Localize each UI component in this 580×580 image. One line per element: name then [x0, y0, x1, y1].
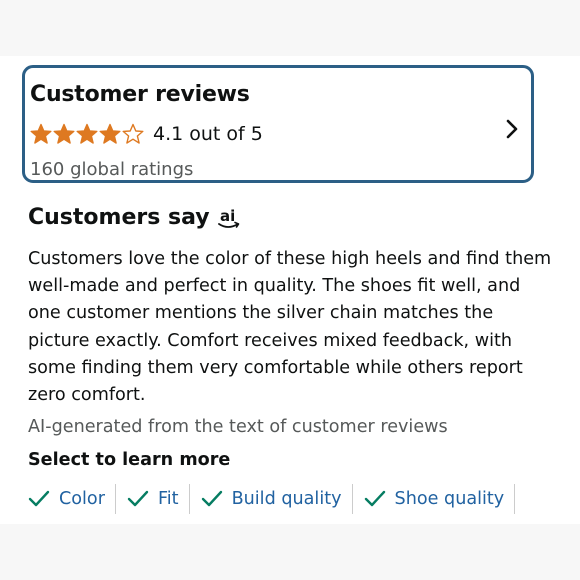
star-filled-icon — [99, 123, 121, 144]
star-filled-icon — [53, 123, 75, 144]
ai-icon: ai — [217, 207, 239, 228]
aspect-chip-label: Shoe quality — [394, 489, 505, 509]
checkmark-icon — [127, 490, 149, 507]
checkmark-icon — [364, 490, 385, 507]
global-ratings-count: 160 global ratings — [30, 159, 194, 180]
star-filled-icon — [30, 123, 52, 144]
aspect-chip-color[interactable]: Color — [28, 484, 116, 514]
customers-say-heading: Customers say ai — [28, 205, 240, 230]
select-to-learn-more-label: Select to learn more — [28, 450, 231, 470]
customer-reviews-title: Customer reviews — [30, 82, 250, 107]
star-filled-icon — [76, 123, 98, 144]
aspect-chip-label: Fit — [157, 489, 179, 509]
aspect-chips: Color Fit Build quality Shoe quality — [28, 484, 516, 514]
rating-row: 4.1 out of 5 — [30, 120, 263, 148]
aspect-chip-build-quality[interactable]: Build quality — [201, 484, 353, 514]
aspect-chip-fit[interactable]: Fit — [127, 484, 190, 514]
page: Customer reviews 4.1 out of 5 160 global… — [0, 56, 580, 524]
chevron-right-icon — [506, 119, 518, 139]
checkmark-icon — [201, 490, 222, 507]
rating-text: 4.1 out of 5 — [153, 123, 263, 145]
review-summary-text: Customers love the color of these high h… — [28, 249, 552, 406]
aspect-chip-label: Color — [59, 489, 105, 509]
star-rating — [30, 123, 145, 145]
aspect-chip-label: Build quality — [231, 489, 342, 509]
aspect-chip-shoe-quality[interactable]: Shoe quality — [364, 484, 516, 514]
checkmark-icon — [28, 490, 50, 507]
star-empty-icon — [122, 123, 144, 144]
customers-say-title: Customers say — [28, 205, 210, 230]
svg-text:ai: ai — [220, 207, 235, 225]
ai-generated-note: AI-generated from the text of customer r… — [28, 417, 448, 437]
customer-reviews-card[interactable]: Customer reviews 4.1 out of 5 160 global… — [22, 65, 534, 183]
